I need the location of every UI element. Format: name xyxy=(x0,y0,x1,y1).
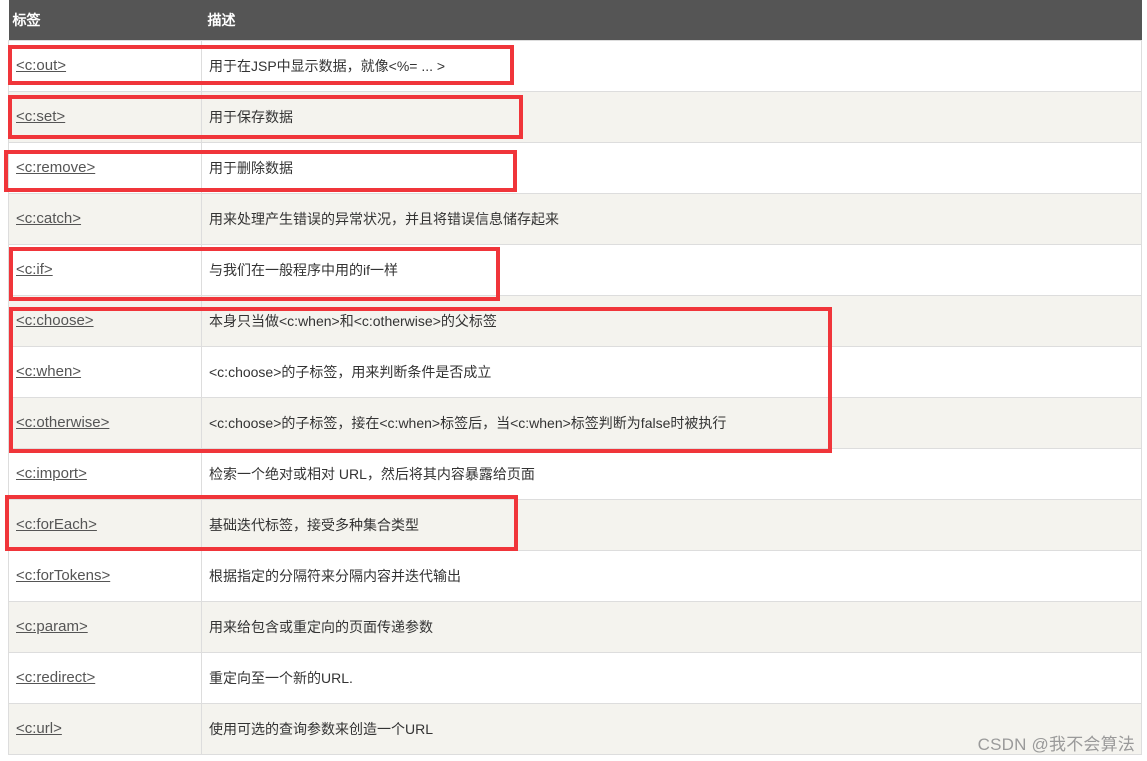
tag-cell: <c:import> xyxy=(8,447,202,500)
tag-link-url[interactable]: <c:url> xyxy=(16,720,62,737)
tag-cell: <c:url> xyxy=(8,702,202,755)
tag-link-import[interactable]: <c:import> xyxy=(16,465,87,482)
table-row: <c:if> 与我们在一般程序中用的if一样 xyxy=(8,243,1142,296)
tag-cell: <c:redirect> xyxy=(8,651,202,704)
table-row: <c:url> 使用可选的查询参数来创造一个URL xyxy=(8,702,1142,755)
description-cell: 本身只当做<c:when>和<c:otherwise>的父标签 xyxy=(201,294,1142,347)
tag-cell: <c:out> xyxy=(8,39,202,92)
table-row: <c:forTokens> 根据指定的分隔符来分隔内容并迭代输出 xyxy=(8,549,1142,602)
description-cell: 基础迭代标签，接受多种集合类型 xyxy=(201,498,1142,551)
tag-cell: <c:catch> xyxy=(8,192,202,245)
tag-link-catch[interactable]: <c:catch> xyxy=(16,210,81,227)
description-cell: 与我们在一般程序中用的if一样 xyxy=(201,243,1142,296)
table-row: <c:import> 检索一个绝对或相对 URL，然后将其内容暴露给页面 xyxy=(8,447,1142,500)
table-row: <c:choose> 本身只当做<c:when>和<c:otherwise>的父… xyxy=(8,294,1142,347)
tag-cell: <c:set> xyxy=(8,90,202,143)
tag-cell: <c:choose> xyxy=(8,294,202,347)
tag-link-param[interactable]: <c:param> xyxy=(16,618,88,635)
description-cell: <c:choose>的子标签，用来判断条件是否成立 xyxy=(201,345,1142,398)
tag-cell: <c:remove> xyxy=(8,141,202,194)
tag-cell: <c:when> xyxy=(8,345,202,398)
watermark: CSDN @我不会算法 xyxy=(977,735,1135,754)
tag-link-remove[interactable]: <c:remove> xyxy=(16,159,95,176)
tag-link-otherwise[interactable]: <c:otherwise> xyxy=(16,414,109,431)
description-cell: 根据指定的分隔符来分隔内容并迭代输出 xyxy=(201,549,1142,602)
description-cell: 用于删除数据 xyxy=(201,141,1142,194)
tag-link-out[interactable]: <c:out> xyxy=(16,57,66,74)
table-row: <c:redirect> 重定向至一个新的URL. xyxy=(8,651,1142,704)
tag-cell: <c:if> xyxy=(8,243,202,296)
table-row: <c:when> <c:choose>的子标签，用来判断条件是否成立 xyxy=(8,345,1142,398)
tag-link-foreach[interactable]: <c:forEach> xyxy=(16,516,97,533)
tag-link-fortokens[interactable]: <c:forTokens> xyxy=(16,567,110,584)
table-row: <c:otherwise> <c:choose>的子标签，接在<c:when>标… xyxy=(8,396,1142,449)
description-cell: 用来给包含或重定向的页面传递参数 xyxy=(201,600,1142,653)
table-row: <c:remove> 用于删除数据 xyxy=(8,141,1142,194)
tag-link-redirect[interactable]: <c:redirect> xyxy=(16,669,95,686)
description-cell: 用于在JSP中显示数据，就像<%= ... > xyxy=(201,39,1142,92)
tag-link-if[interactable]: <c:if> xyxy=(16,261,53,278)
description-cell: 重定向至一个新的URL. xyxy=(201,651,1142,704)
tag-link-when[interactable]: <c:when> xyxy=(16,363,81,380)
tag-cell: <c:otherwise> xyxy=(8,396,202,449)
description-cell: 检索一个绝对或相对 URL，然后将其内容暴露给页面 xyxy=(201,447,1142,500)
header-description: 描述 xyxy=(201,0,1142,40)
table-row: <c:forEach> 基础迭代标签，接受多种集合类型 xyxy=(8,498,1142,551)
description-cell: 用来处理产生错误的异常状况，并且将错误信息储存起来 xyxy=(201,192,1142,245)
table-header-row: 标签 描述 xyxy=(8,0,1142,40)
tag-cell: <c:forTokens> xyxy=(8,549,202,602)
table-row: <c:set> 用于保存数据 xyxy=(8,90,1142,143)
tag-link-set[interactable]: <c:set> xyxy=(16,108,65,125)
description-cell: 用于保存数据 xyxy=(201,90,1142,143)
table-row: <c:catch> 用来处理产生错误的异常状况，并且将错误信息储存起来 xyxy=(8,192,1142,245)
table-row: <c:out> 用于在JSP中显示数据，就像<%= ... > xyxy=(8,39,1142,92)
tag-cell: <c:param> xyxy=(8,600,202,653)
description-cell: <c:choose>的子标签，接在<c:when>标签后，当<c:when>标签… xyxy=(201,396,1142,449)
tag-cell: <c:forEach> xyxy=(8,498,202,551)
tag-link-choose[interactable]: <c:choose> xyxy=(16,312,94,329)
jstl-core-tags-table: 标签 描述 <c:out> 用于在JSP中显示数据，就像<%= ... > <c… xyxy=(8,0,1142,755)
header-tag: 标签 xyxy=(8,0,202,40)
table-row: <c:param> 用来给包含或重定向的页面传递参数 xyxy=(8,600,1142,653)
